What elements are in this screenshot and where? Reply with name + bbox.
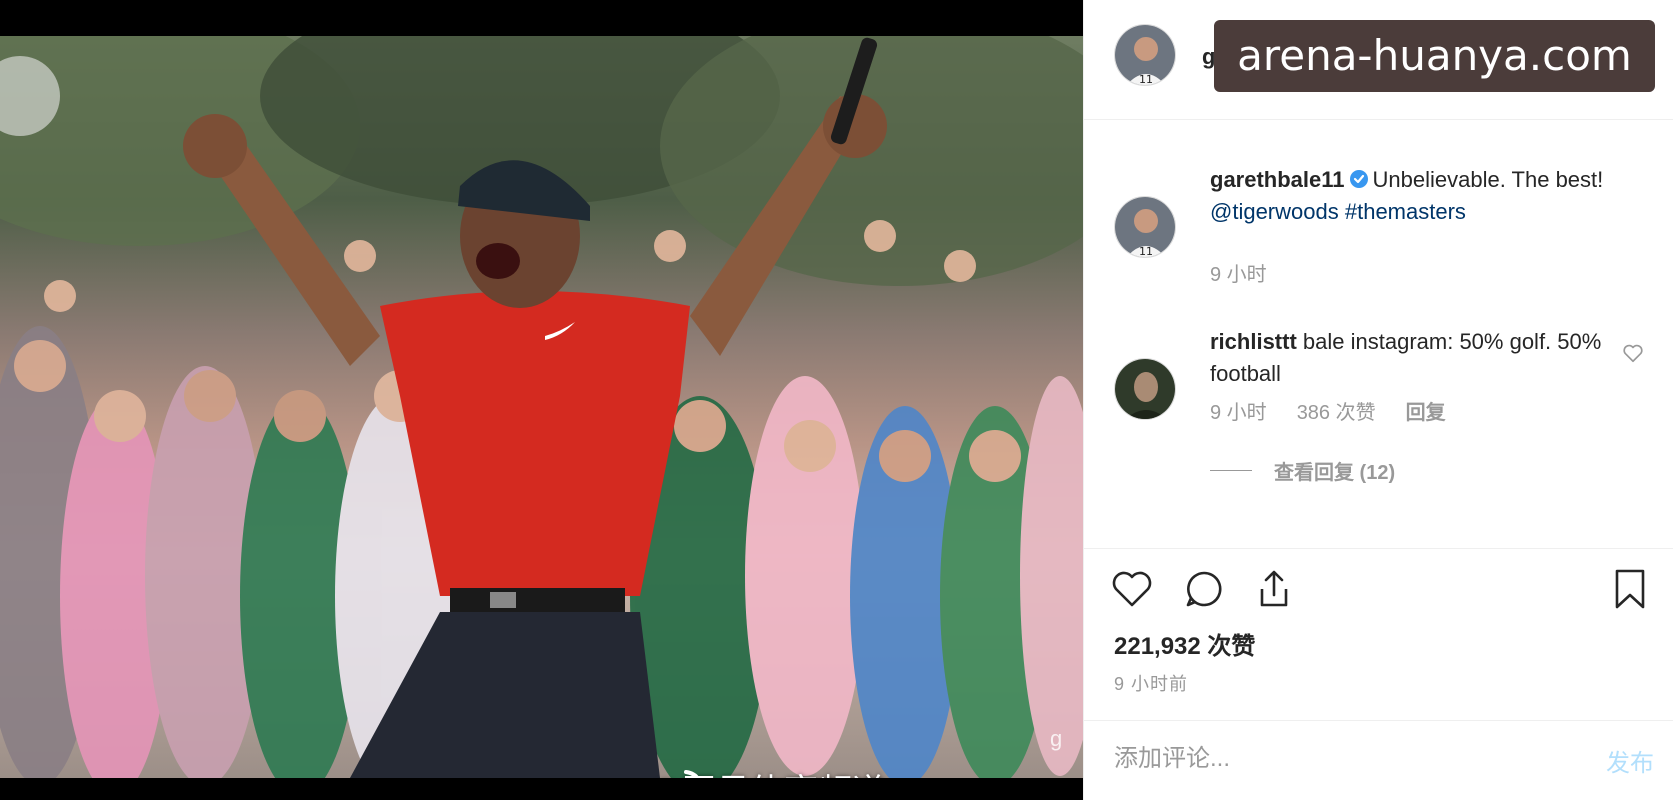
post-photo[interactable]: @网易体育频道 g	[0, 36, 1083, 778]
avatar-image	[1115, 359, 1175, 419]
comment-like-heart-icon[interactable]	[1622, 342, 1644, 364]
divider-line	[1210, 470, 1252, 471]
comment-time[interactable]: 9 小时	[1210, 396, 1267, 425]
avatar-image: 11	[1115, 197, 1175, 258]
verified-badge-icon	[1349, 170, 1368, 188]
caption-text: garethbale11 Unbelievable. The best! @tig…	[1210, 164, 1630, 228]
add-comment-input[interactable]	[1114, 739, 1534, 779]
post-comment-button[interactable]: 发布	[1606, 743, 1654, 778]
post-header: 11 garethbale11 arena-huanya.com	[1084, 0, 1673, 120]
comment-meta: 9 小时 386 次赞 回复	[1210, 396, 1446, 425]
svg-text:11: 11	[1139, 245, 1153, 258]
like-count[interactable]: 221,932 次赞	[1114, 626, 1255, 661]
author-avatar[interactable]: 11	[1114, 24, 1176, 86]
golfer-celebration-illustration	[0, 36, 1083, 778]
caption-time[interactable]: 9 小时	[1210, 258, 1267, 287]
add-comment-bar: 发布	[1084, 720, 1673, 800]
avatar-image: 11	[1115, 25, 1175, 86]
view-replies-label: 查看回复 (12)	[1274, 462, 1396, 484]
caption-avatar[interactable]: 11	[1114, 196, 1176, 258]
comment-like-count[interactable]: 386 次赞	[1297, 396, 1376, 425]
caption-body: Unbelievable. The best!	[1372, 167, 1604, 192]
commenter-avatar[interactable]	[1114, 358, 1176, 420]
caption-meta: 9 小时	[1210, 258, 1267, 287]
weibo-watermark: @网易体育频道	[648, 766, 886, 778]
view-replies-button[interactable]: 查看回复 (12)	[1210, 456, 1395, 485]
hashtag-link[interactable]: #themasters	[1345, 199, 1466, 224]
svg-text:11: 11	[1139, 73, 1153, 86]
comment-bubble-icon[interactable]	[1182, 567, 1226, 611]
commenter-username[interactable]: richlisttt	[1210, 329, 1297, 354]
caption-username[interactable]: garethbale11	[1210, 167, 1345, 192]
post-timestamp[interactable]: 9 小时前	[1114, 670, 1188, 696]
post-sidebar: 11 garethbale11 arena-huanya.com 11 gare…	[1083, 0, 1673, 800]
post-actions-bar	[1084, 548, 1673, 624]
site-url-overlay: arena-huanya.com	[1214, 20, 1655, 92]
share-icon[interactable]	[1252, 567, 1296, 611]
comment-text: richlisttt bale instagram: 50% golf. 50%…	[1210, 326, 1630, 390]
heart-icon[interactable]	[1110, 567, 1154, 611]
mention-link[interactable]: @tigerwoods	[1210, 199, 1339, 224]
post-photo-panel: @网易体育频道 g	[0, 0, 1083, 800]
photo-corner-mark: g	[1050, 726, 1063, 751]
bookmark-icon[interactable]	[1608, 567, 1652, 611]
weibo-logo-icon	[684, 770, 700, 778]
reply-button[interactable]: 回复	[1406, 396, 1446, 425]
